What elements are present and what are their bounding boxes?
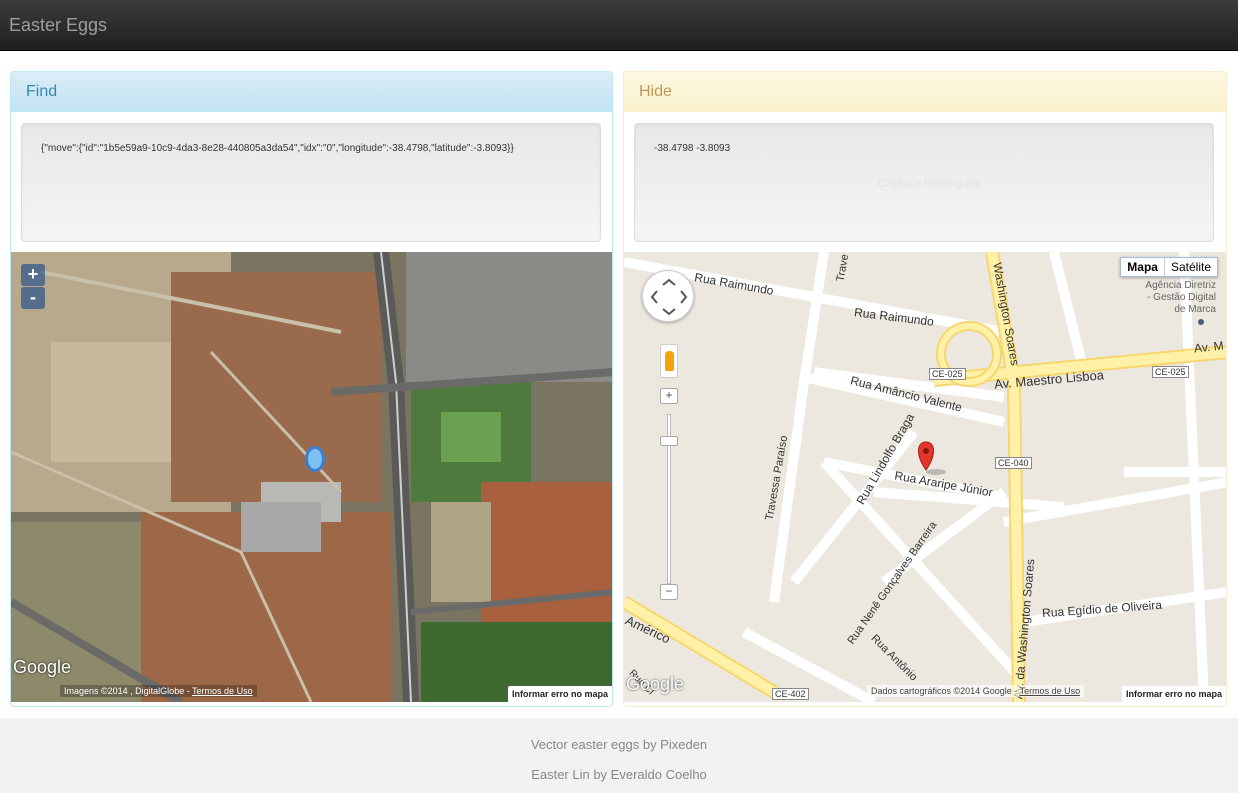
terms-link[interactable]: Termos de Uso [192, 686, 253, 696]
find-panel-title: Find [11, 72, 612, 112]
zoom-in-button[interactable]: + [660, 388, 678, 404]
hide-panel: Hide -38.4798 -3.8093 Captura Retangular [623, 71, 1227, 707]
report-map-error-link[interactable]: Informar erro no mapa [1121, 686, 1226, 702]
satellite-map[interactable]: + - Google Imagens ©2014 , DigitalGlobe … [11, 252, 612, 702]
route-shield: CE-025 [929, 368, 966, 380]
credit-everaldo[interactable]: Easter Lin by Everaldo Coelho [0, 767, 1238, 782]
hide-panel-title: Hide [624, 72, 1226, 112]
map-type-map-button[interactable]: Mapa [1121, 258, 1165, 276]
brand[interactable]: Easter Eggs [9, 15, 107, 36]
zoom-out-button[interactable]: - [21, 287, 45, 309]
road-map[interactable]: Rua Raimundo Rua Raimundo Trave Washingt… [624, 252, 1226, 702]
zoom-slider-handle[interactable] [660, 436, 678, 446]
navbar: Easter Eggs [0, 0, 1238, 51]
poi-label[interactable]: Agência Diretriz - Gestão Digital de Mar… [1145, 280, 1216, 316]
find-json-output: {"move":{"id":"1b5e59a9-10c9-4da3-8e28-4… [21, 123, 601, 242]
map-attribution: Imagens ©2014 , DigitalGlobe - Termos de… [60, 685, 257, 697]
pan-control[interactable] [642, 270, 694, 322]
google-logo[interactable]: Google [13, 657, 71, 678]
route-shield: CE-402 [772, 688, 809, 700]
street-view-pegman-icon[interactable] [660, 344, 678, 378]
map-attribution: Dados cartográficos ©2014 Google - Termo… [867, 685, 1085, 697]
poi-line: Agência Diretriz [1145, 280, 1216, 291]
find-json-text: {"move":{"id":"1b5e59a9-10c9-4da3-8e28-4… [41, 143, 514, 154]
rectangular-capture-button[interactable]: Captura Retangular [820, 172, 1040, 194]
map-type-control: Mapa Satélite [1120, 257, 1218, 277]
report-map-error-link[interactable]: Informar erro no mapa [507, 686, 612, 702]
find-panel: Find {"move":{"id":"1b5e59a9-10c9-4da3-8… [10, 71, 613, 707]
poi-line: - Gestão Digital [1147, 292, 1216, 303]
zoom-out-button[interactable]: − [660, 584, 678, 600]
attribution-text: Imagens ©2014 , DigitalGlobe - [64, 686, 190, 696]
map-type-satellite-button[interactable]: Satélite [1165, 258, 1217, 276]
zoom-in-button[interactable]: + [21, 264, 45, 286]
credit-pixeden[interactable]: Vector easter eggs by Pixeden [0, 737, 1238, 752]
attribution-text: Dados cartográficos ©2014 Google - [871, 686, 1018, 696]
route-shield: CE-025 [1152, 366, 1189, 378]
footer: Vector easter eggs by Pixeden Easter Lin… [0, 718, 1238, 793]
route-shield: CE-040 [995, 457, 1032, 469]
hide-coords-text: -38.4798 -3.8093 [654, 143, 731, 154]
hide-coords-output: -38.4798 -3.8093 Captura Retangular [634, 123, 1214, 242]
terms-link[interactable]: Termos de Uso [1020, 686, 1081, 696]
satellite-imagery [11, 252, 612, 702]
pan-arrows-icon [650, 278, 688, 316]
poi-line: de Marca [1174, 304, 1216, 315]
google-logo[interactable]: Google [626, 674, 684, 695]
